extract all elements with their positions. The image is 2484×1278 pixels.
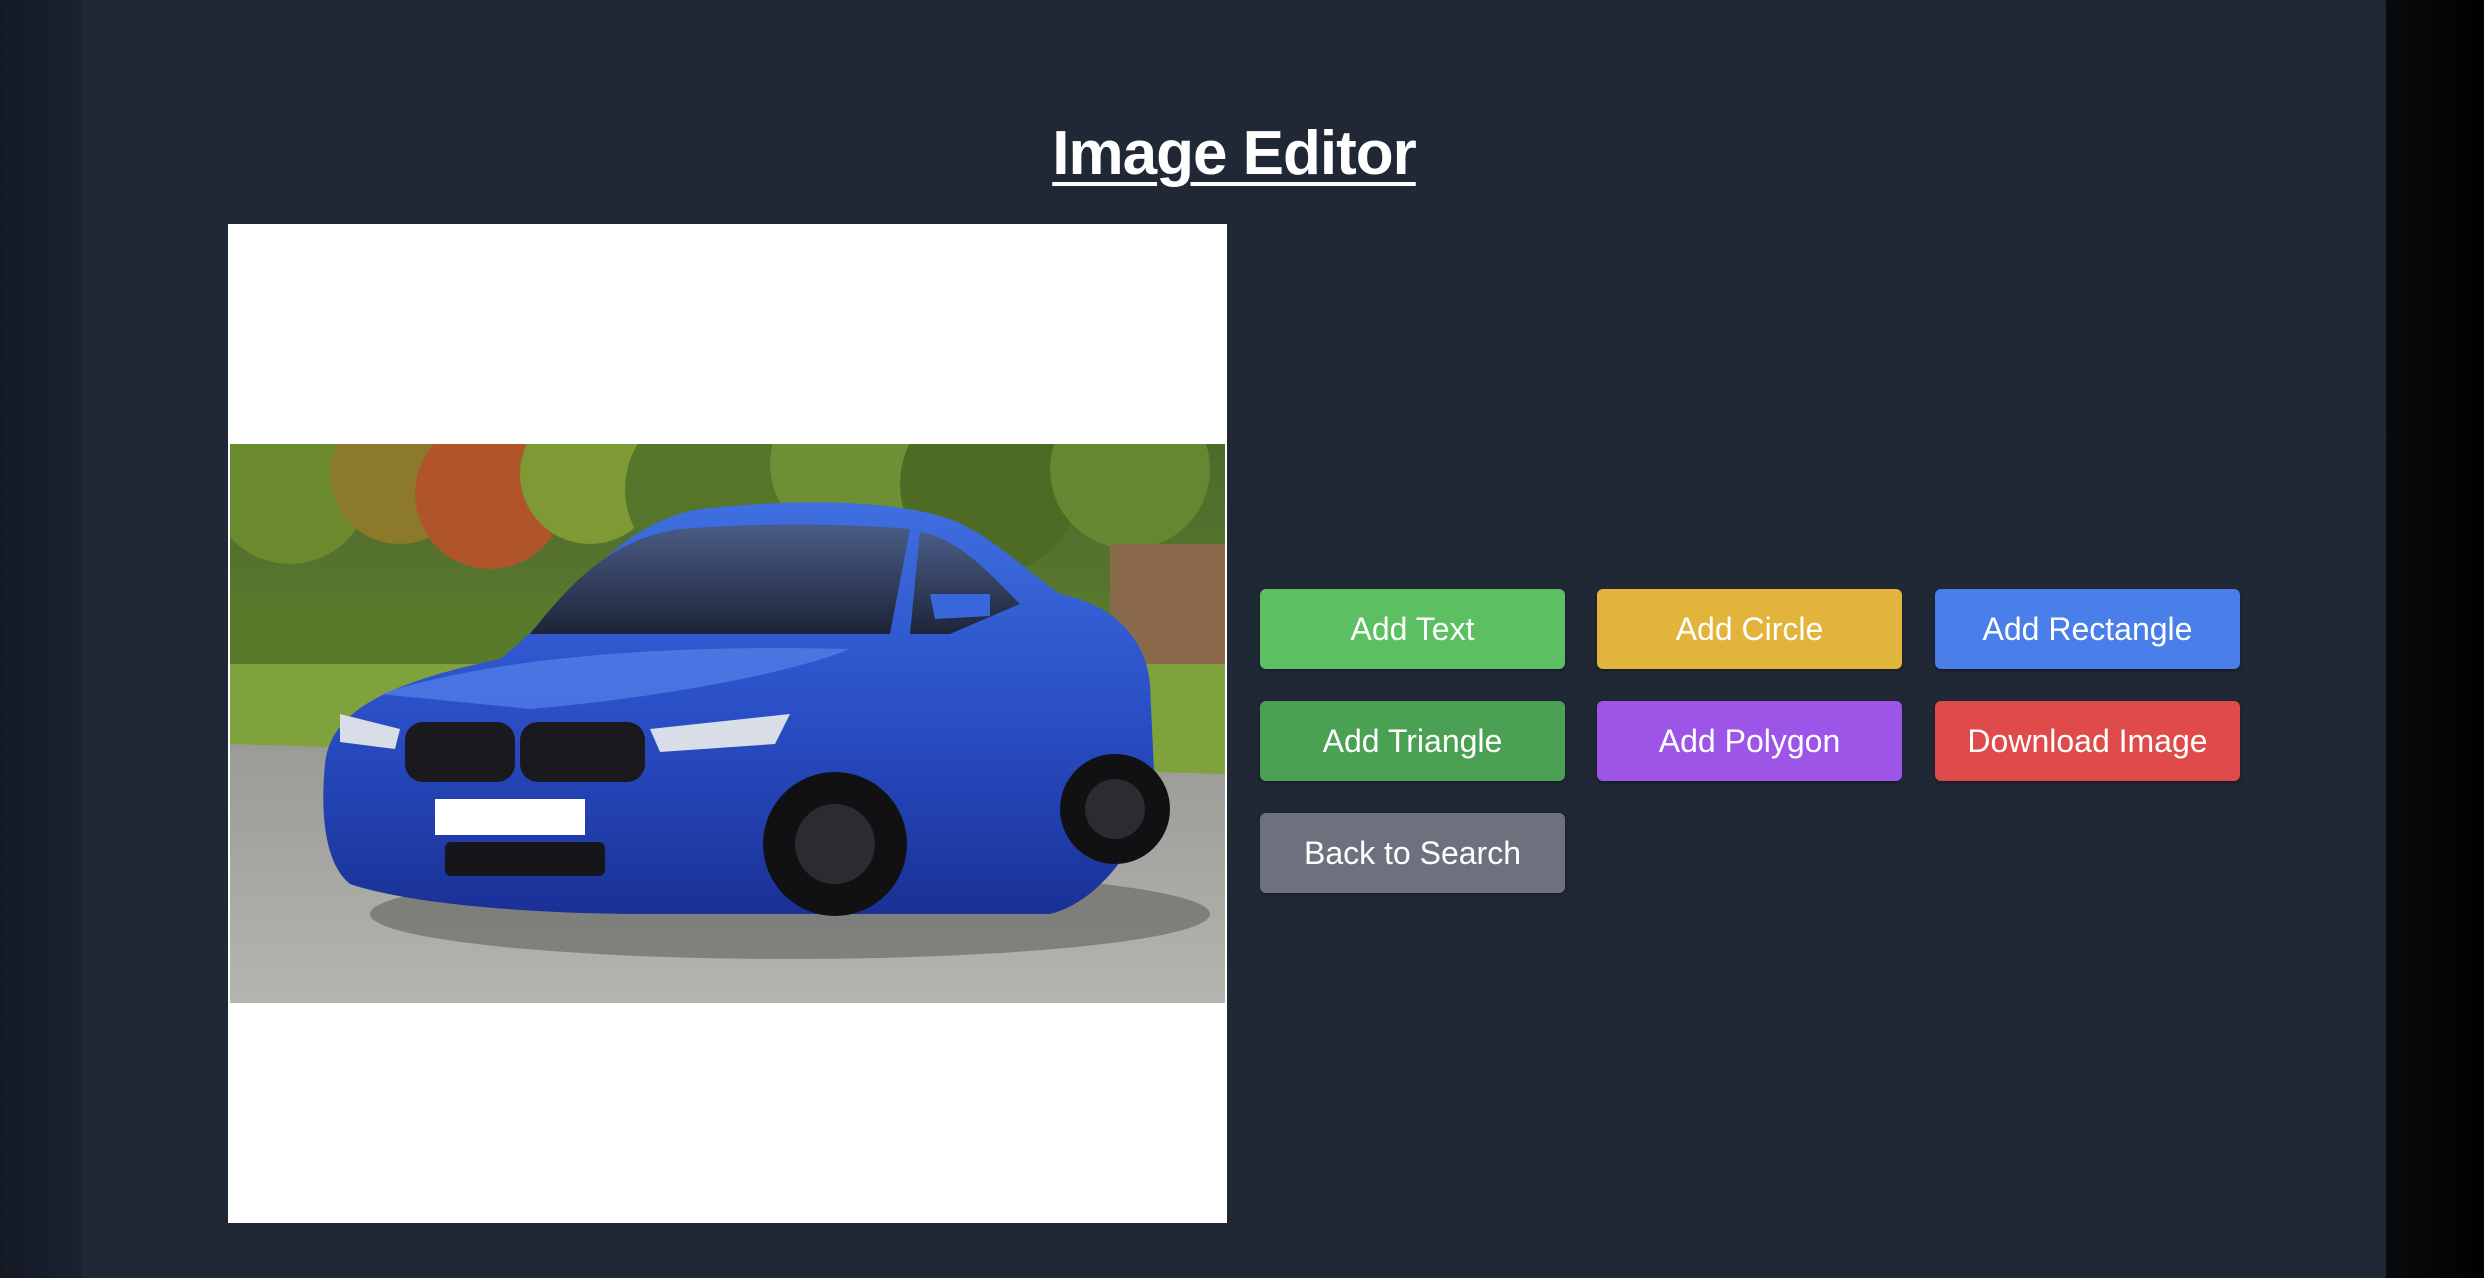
add-rectangle-button[interactable]: Add Rectangle (1935, 589, 2240, 669)
page-title: Image Editor (1052, 119, 1417, 188)
download-image-button[interactable]: Download Image (1935, 701, 2240, 781)
add-polygon-button[interactable]: Add Polygon (1597, 701, 1902, 781)
editor-canvas[interactable] (228, 224, 1227, 1223)
back-to-search-button[interactable]: Back to Search (1260, 813, 1565, 893)
add-circle-button[interactable]: Add Circle (1597, 589, 1902, 669)
add-text-button[interactable]: Add Text (1260, 589, 1565, 669)
car-image[interactable] (230, 444, 1225, 1003)
add-triangle-button[interactable]: Add Triangle (1260, 701, 1565, 781)
